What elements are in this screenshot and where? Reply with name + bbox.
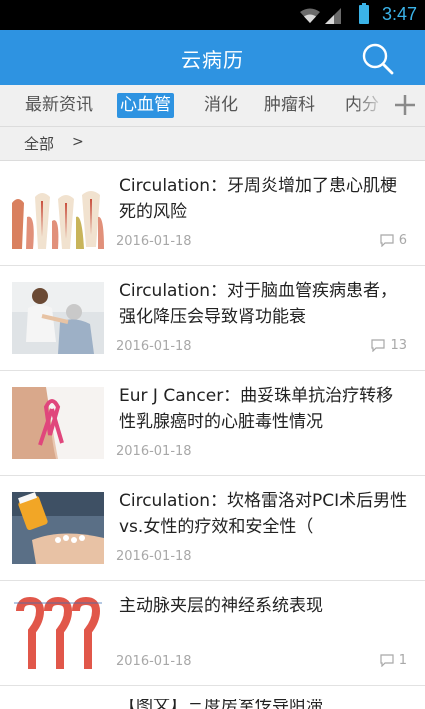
tab-digestive[interactable]: 消化 [201, 93, 241, 118]
category-filter[interactable]: 全部 > [0, 126, 425, 161]
search-icon [362, 43, 394, 75]
article-thumbnail [12, 492, 104, 564]
category-tabs: 最新资讯 心血管 消化 肿瘤科 内分 [0, 85, 425, 126]
pink-ribbon-photo [12, 387, 104, 459]
app-header: 云病历 [0, 30, 425, 85]
article-thumbnail [12, 597, 104, 669]
search-button[interactable] [361, 42, 395, 76]
status-time: 3:47 [381, 4, 417, 24]
battery-icon [359, 3, 369, 24]
list-item[interactable]: Circulation：对于脑血管疾病患者，强化降压会导致肾功能衰 2016-0… [0, 266, 425, 371]
comment-count: 13 [371, 338, 407, 353]
article-thumbnail [12, 282, 104, 354]
article-title: 主动脉夹层的神经系统表现 [119, 596, 323, 616]
teeth-illustration [12, 177, 104, 249]
article-title: Eur J Cancer：曲妥珠单抗治疗转移性乳腺癌时的心脏毒性情况 [119, 386, 394, 432]
list-item[interactable]: Circulation：坎格雷洛对PCI术后男性vs.女性的疗效和安全性（ 20… [0, 476, 425, 581]
signal-icon [325, 8, 341, 24]
tab-latest-news[interactable]: 最新资讯 [22, 93, 96, 118]
comment-icon [380, 234, 394, 247]
wifi-icon [300, 8, 320, 23]
article-thumbnail [12, 387, 104, 459]
comment-count-value: 1 [398, 653, 407, 668]
comment-count-value: 6 [398, 233, 407, 248]
article-title: Circulation：对于脑血管疾病患者，强化降压会导致肾功能衰 [119, 281, 398, 327]
comment-count: 1 [380, 653, 407, 668]
article-title: Circulation：牙周炎增加了患心肌梗死的风险 [119, 176, 398, 222]
list-item[interactable]: Circulation：牙周炎增加了患心肌梗死的风险 2016-01-18 6 [0, 161, 425, 266]
list-item[interactable]: Eur J Cancer：曲妥珠单抗治疗转移性乳腺癌时的心脏毒性情况 2016-… [0, 371, 425, 476]
status-icons [299, 6, 341, 24]
patient-care-photo [12, 282, 104, 354]
plus-icon [395, 95, 415, 115]
list-item[interactable]: 主动脉夹层的神经系统表现 2016-01-18 1 [0, 581, 425, 686]
status-bar: 3:47 [0, 0, 425, 30]
tab-cardiovascular[interactable]: 心血管 [117, 93, 174, 118]
tabs-fade [355, 85, 385, 126]
article-date: 2016-01-18 [116, 444, 192, 459]
article-thumbnail [12, 177, 104, 249]
article-title: Circulation：坎格雷洛对PCI术后男性vs.女性的疗效和安全性（ [119, 491, 408, 537]
aorta-illustration [12, 597, 104, 669]
pills-photo [12, 492, 104, 564]
article-date: 2016-01-18 [116, 234, 192, 249]
filter-label: 全部 [24, 135, 55, 153]
comment-count: 6 [380, 233, 407, 248]
tab-oncology[interactable]: 肿瘤科 [261, 93, 318, 118]
comment-icon [380, 654, 394, 667]
article-date: 2016-01-18 [116, 549, 192, 564]
article-date: 2016-01-18 [116, 654, 192, 669]
chevron-right-icon: > [72, 134, 84, 150]
comment-count-value: 13 [390, 338, 407, 353]
add-tab-button[interactable] [385, 85, 425, 126]
article-title: 【图文】三度房室传导阻滞 [119, 699, 323, 709]
comment-icon [371, 339, 386, 352]
list-item-partial[interactable]: 【图文】三度房室传导阻滞 [0, 699, 425, 709]
article-date: 2016-01-18 [116, 339, 192, 354]
